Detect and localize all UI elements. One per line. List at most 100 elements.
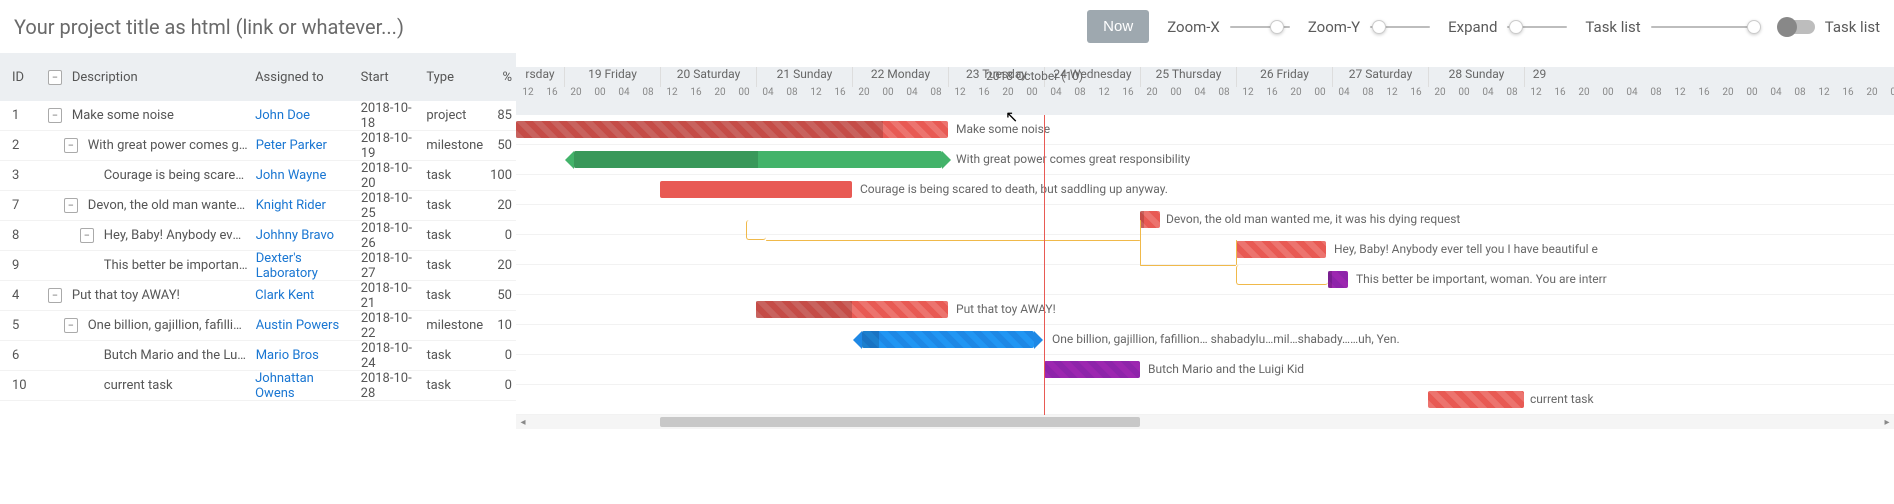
cell-start: 2018-10-20 — [357, 161, 423, 191]
task-list-header: ID − Description Assigned to Start Type … — [0, 53, 516, 101]
day-header: rsday — [516, 67, 564, 87]
cell-description: Make some noise — [66, 108, 251, 123]
day-header: 20 Saturday — [660, 67, 756, 87]
table-row[interactable]: 10current taskJohnattan Owens2018-10-28t… — [0, 371, 516, 401]
task-bar-label: This better be important, woman. You are… — [1356, 272, 1607, 286]
zoom-y-slider[interactable] — [1370, 26, 1430, 28]
cell-assigned[interactable]: Johhny Bravo — [252, 228, 357, 243]
cell-start: 2018-10-21 — [357, 281, 423, 311]
table-row[interactable]: 9This better be important, woma…Dexter's… — [0, 251, 516, 281]
task-bar[interactable] — [516, 121, 948, 138]
cell-assigned[interactable]: Mario Bros — [252, 348, 357, 363]
expand-slider[interactable] — [1507, 26, 1567, 28]
hour-tick: 12 — [516, 87, 540, 101]
cell-type: task — [423, 348, 481, 363]
table-row[interactable]: 2−With great power comes great r…Peter P… — [0, 131, 516, 161]
cell-start: 2018-10-19 — [357, 131, 422, 161]
hour-tick: 00 — [1452, 87, 1476, 101]
zoom-x-slider[interactable] — [1230, 26, 1290, 28]
hour-tick: 04 — [900, 87, 924, 101]
hour-tick: 16 — [1116, 87, 1140, 101]
cell-description: current task — [98, 378, 251, 393]
scroll-thumb[interactable] — [660, 417, 1140, 427]
scroll-right-arrow[interactable]: ▸ — [1880, 415, 1894, 429]
chart-panel: 2018 October (10) rsday19 Friday20 Satur… — [516, 53, 1894, 429]
cell-assigned[interactable]: Johnattan Owens — [251, 371, 357, 401]
hour-tick: 00 — [732, 87, 756, 101]
hour-tick: 16 — [972, 87, 996, 101]
task-bar[interactable] — [756, 301, 948, 318]
table-row[interactable]: 3Courage is being scared to dea…John Way… — [0, 161, 516, 191]
task-list-width-slider[interactable] — [1651, 26, 1761, 28]
now-button[interactable]: Now — [1087, 10, 1149, 43]
task-list-width-label: Task list — [1585, 18, 1640, 36]
cell-description: With great power comes great r… — [82, 138, 252, 153]
task-bar[interactable] — [660, 181, 852, 198]
cell-description: Hey, Baby! Anybody ever tell y… — [98, 228, 252, 243]
cell-assigned[interactable]: John Doe — [251, 108, 357, 123]
cell-assigned[interactable]: John Wayne — [252, 168, 357, 183]
dependency-line — [1140, 220, 1141, 265]
task-bar[interactable] — [1044, 361, 1140, 378]
scroll-left-arrow[interactable]: ◂ — [516, 415, 530, 429]
table-row[interactable]: 1−Make some noiseJohn Doe2018-10-18proje… — [0, 101, 516, 131]
horizontal-scrollbar[interactable]: ◂ ▸ — [516, 415, 1894, 429]
task-bar[interactable] — [862, 331, 1034, 348]
chart-row: Put that toy AWAY! — [516, 295, 1894, 325]
expand-button[interactable]: − — [44, 108, 66, 123]
hour-tick: 16 — [1404, 87, 1428, 101]
cell-assigned[interactable]: Knight Rider — [252, 198, 357, 213]
hour-tick: 20 — [1860, 87, 1884, 101]
hour-tick: 00 — [1308, 87, 1332, 101]
task-list-toggle[interactable] — [1779, 20, 1815, 34]
day-header: 28 Sunday — [1428, 67, 1524, 87]
cell-assigned[interactable]: Clark Kent — [251, 288, 357, 303]
hour-tick: 12 — [1236, 87, 1260, 101]
cell-id: 1 — [8, 108, 44, 123]
expand-button[interactable]: − — [60, 138, 82, 153]
cell-percent: 0 — [480, 228, 516, 243]
cell-assigned[interactable]: Peter Parker — [252, 138, 357, 153]
table-row[interactable]: 6 Butch Mario and the Luigi KidMario Bros… — [0, 341, 516, 371]
chart-row: Devon, the old man wanted me, it was his… — [516, 205, 1894, 235]
hour-tick: 12 — [948, 87, 972, 101]
zoom-y-label: Zoom-Y — [1308, 18, 1360, 36]
cell-description: Butch Mario and the Luigi Kid — [98, 348, 252, 363]
cell-percent: 0 — [480, 348, 516, 363]
table-row[interactable]: 5−One billion, gajillion, fafillion… s…A… — [0, 311, 516, 341]
project-title[interactable]: Your project title as html (link or what… — [14, 15, 1069, 39]
task-bar[interactable] — [1428, 391, 1524, 408]
hour-tick: 00 — [1884, 87, 1894, 101]
table-row[interactable]: 8−Hey, Baby! Anybody ever tell y…Johhny … — [0, 221, 516, 251]
cell-type: task — [423, 228, 481, 243]
table-row[interactable]: 4−Put that toy AWAY!Clark Kent2018-10-21… — [0, 281, 516, 311]
expand-button[interactable]: − — [44, 288, 66, 303]
now-indicator — [1044, 115, 1045, 415]
header-description: Description — [66, 70, 251, 85]
task-bar-label: With great power comes great responsibil… — [956, 152, 1190, 166]
task-bar-label: One billion, gajillion, fafillion… shaba… — [1052, 332, 1400, 346]
hour-tick: 04 — [1044, 87, 1068, 101]
cell-assigned[interactable]: Dexter's Laboratory — [252, 251, 357, 281]
task-bar[interactable] — [574, 151, 942, 168]
task-bar[interactable] — [1236, 241, 1326, 258]
header-collapse-all[interactable]: − — [44, 70, 66, 85]
expand-button[interactable]: − — [60, 318, 82, 333]
chart-row: Hey, Baby! Anybody ever tell you I have … — [516, 235, 1894, 265]
hour-tick: 20 — [852, 87, 876, 101]
dependency-line — [766, 240, 1140, 241]
cell-id: 7 — [8, 198, 44, 213]
expand-button[interactable]: − — [60, 198, 82, 213]
cell-id: 6 — [8, 348, 44, 363]
expand-button[interactable]: − — [76, 228, 98, 243]
hour-tick: 04 — [1332, 87, 1356, 101]
toolbar: Your project title as html (link or what… — [0, 0, 1894, 53]
table-row[interactable]: 7−Devon, the old man wanted me…Knight Ri… — [0, 191, 516, 221]
hour-tick: 00 — [1020, 87, 1044, 101]
task-bar[interactable] — [1328, 271, 1348, 288]
task-bar[interactable] — [1140, 211, 1160, 228]
hour-tick: 08 — [1356, 87, 1380, 101]
hour-tick: 20 — [1428, 87, 1452, 101]
hour-tick: 04 — [756, 87, 780, 101]
cell-assigned[interactable]: Austin Powers — [252, 318, 357, 333]
